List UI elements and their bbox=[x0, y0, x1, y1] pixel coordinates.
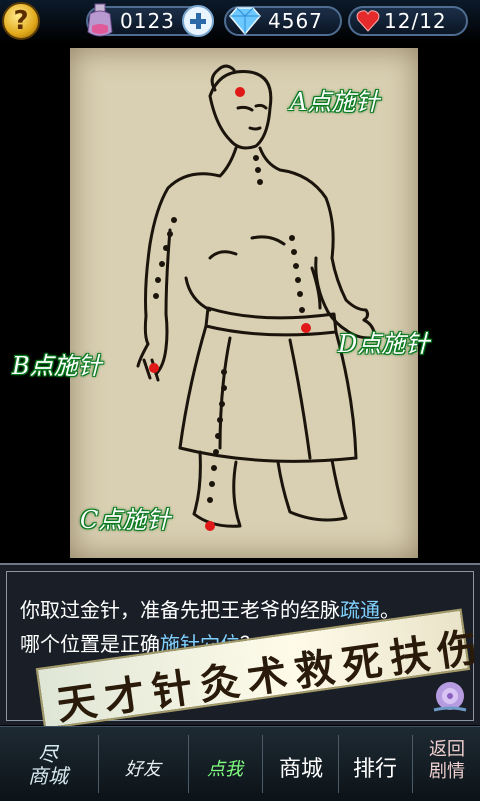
acupoint-b[interactable] bbox=[149, 363, 159, 373]
nav-back-story-label: 返回 剧情 bbox=[414, 739, 480, 783]
nav-click-me[interactable]: 点我 bbox=[190, 727, 260, 801]
help-icon: ? bbox=[13, 6, 29, 36]
acupoint-c[interactable] bbox=[205, 521, 215, 531]
nav-back-story[interactable]: 返回 剧情 bbox=[414, 727, 480, 801]
dialog-highlight: 疏通 bbox=[340, 598, 380, 622]
nav-divider bbox=[412, 735, 413, 793]
health-counter: 12/12 bbox=[348, 6, 468, 36]
acupoint-dots bbox=[153, 155, 305, 503]
nav-divider bbox=[188, 735, 189, 793]
nav-shop-label: 商城 bbox=[278, 757, 323, 782]
gem-count: 4567 bbox=[268, 9, 323, 33]
nav-friends[interactable]: 好友 bbox=[100, 727, 186, 801]
nav-mall-special[interactable]: 尽商城 bbox=[0, 727, 96, 801]
nav-mall-special-label: 尽商城 bbox=[0, 743, 96, 787]
add-potion-button[interactable] bbox=[182, 5, 214, 37]
acupoint-d[interactable] bbox=[301, 323, 311, 333]
potion-counter: 0123 bbox=[86, 3, 214, 37]
nav-mall-special-top: 尽 bbox=[38, 742, 58, 766]
nav-rank-label: 排行 bbox=[352, 757, 397, 782]
nav-divider bbox=[262, 735, 263, 793]
label-point-b[interactable]: B点施针 bbox=[12, 346, 102, 381]
nav-mall-special-bottom: 商城 bbox=[28, 764, 68, 788]
label-point-c[interactable]: C点施针 bbox=[80, 500, 170, 535]
dialog-text-segment: 你取过金针，准备先把王老爷的经脉 bbox=[20, 598, 340, 622]
nav-rank[interactable]: 排行 bbox=[340, 727, 410, 801]
nav-click-me-label: 点我 bbox=[207, 759, 243, 780]
nav-divider bbox=[338, 735, 339, 793]
top-bar: ? 0123 4567 12/12 bbox=[0, 0, 480, 44]
nav-back-story-top: 返回 bbox=[429, 739, 465, 760]
help-button[interactable]: ? bbox=[2, 2, 40, 40]
dialog-text-segment: 哪个位置是正确 bbox=[20, 632, 160, 656]
gem-counter: 4567 bbox=[224, 6, 342, 36]
nav-shop[interactable]: 商城 bbox=[266, 727, 336, 801]
potion-count: 0123 bbox=[120, 9, 175, 33]
figure-drawing bbox=[136, 64, 376, 531]
potion-icon bbox=[87, 3, 113, 37]
nav-friends-label: 好友 bbox=[125, 759, 161, 780]
nav-divider bbox=[98, 735, 99, 793]
nav-back-story-bottom: 剧情 bbox=[429, 761, 465, 782]
health-value: 12/12 bbox=[384, 9, 447, 33]
acupoint-a[interactable] bbox=[235, 87, 245, 97]
label-point-a[interactable]: A点施针 bbox=[290, 82, 379, 117]
bottom-nav: 尽商城 好友 点我 商城 排行 返回 剧情 bbox=[0, 726, 480, 801]
heart-icon bbox=[356, 10, 380, 32]
label-point-d[interactable]: D点施针 bbox=[338, 324, 429, 359]
diamond-icon bbox=[229, 7, 261, 36]
acupuncture-chart bbox=[70, 48, 418, 558]
flower-icon bbox=[433, 682, 467, 712]
